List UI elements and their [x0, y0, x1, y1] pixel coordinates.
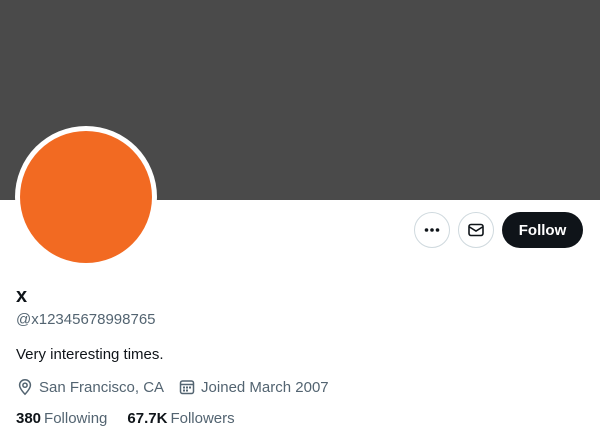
followers-count: 67.7K — [127, 410, 168, 427]
mail-icon — [468, 223, 484, 237]
display-name: x — [16, 285, 28, 307]
follow-button[interactable]: Follow — [502, 212, 583, 248]
user-handle: @x12345678998765 — [16, 311, 156, 328]
message-button[interactable] — [458, 212, 494, 248]
joined-text: Joined March 2007 — [201, 378, 329, 396]
more-options-button[interactable] — [414, 212, 450, 248]
calendar-icon — [179, 380, 195, 395]
more-icon — [424, 228, 440, 232]
location-item: San Francisco, CA — [16, 378, 164, 396]
follow-counts: 380 Following 67.7K Followers — [16, 410, 255, 427]
following-count: 380 — [16, 410, 42, 427]
followers-label: Followers — [170, 410, 235, 427]
following-link[interactable]: 380 Following — [16, 410, 107, 427]
avatar[interactable] — [15, 126, 157, 268]
profile-bio: Very interesting times. — [16, 346, 164, 363]
followers-link[interactable]: 67.7K Followers — [127, 410, 234, 427]
location-pin-icon — [18, 379, 32, 396]
profile-meta: San Francisco, CA Joined March 2007 — [16, 378, 343, 396]
avatar-image — [20, 131, 152, 263]
joined-item: Joined March 2007 — [178, 378, 329, 396]
location-text: San Francisco, CA — [39, 378, 165, 396]
following-label: Following — [44, 410, 108, 427]
